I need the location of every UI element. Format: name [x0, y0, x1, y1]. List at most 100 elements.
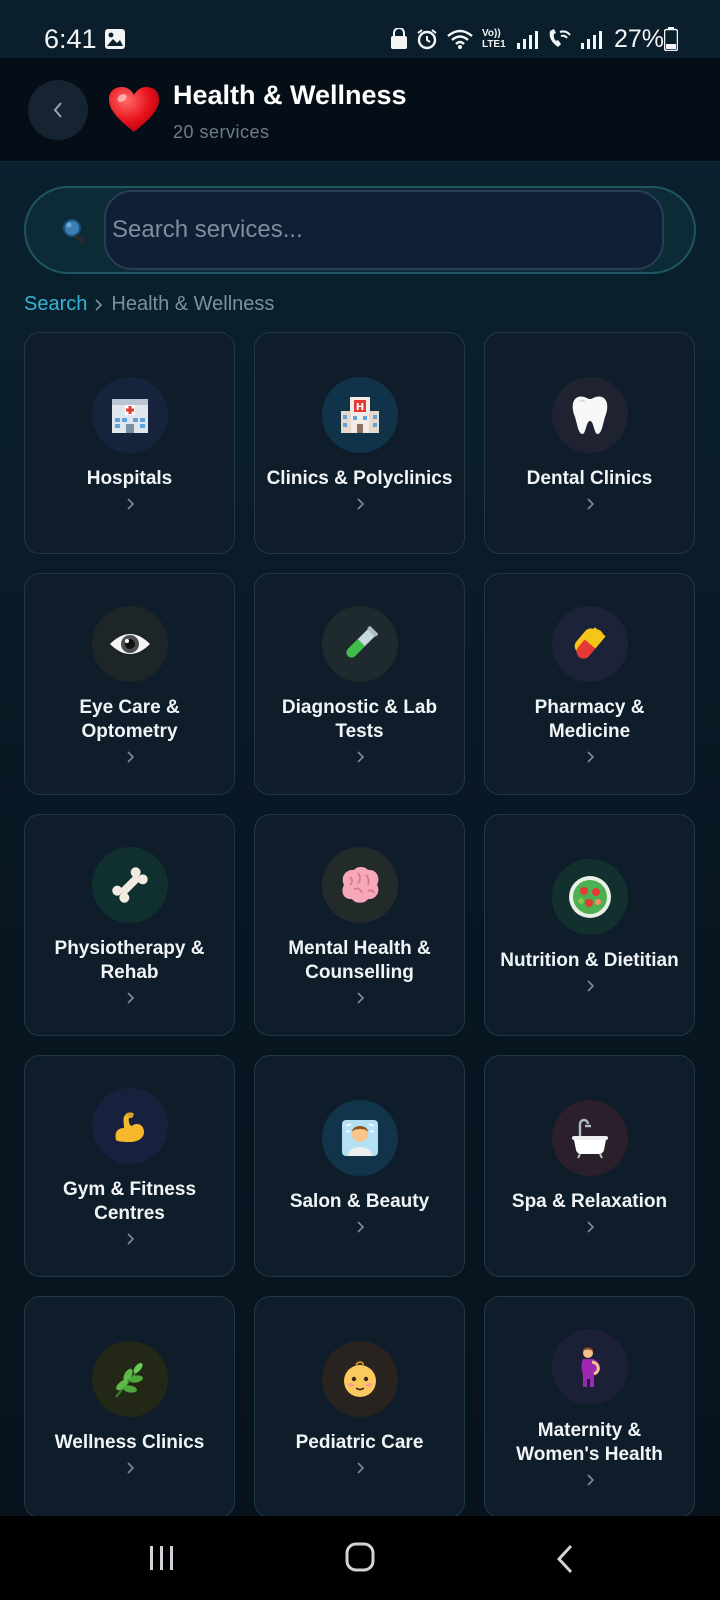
service-card-salon[interactable]: Salon & Beauty — [254, 1055, 465, 1277]
service-label: Hospitals — [86, 468, 173, 489]
service-label: Eye Care & Optometry — [79, 697, 180, 742]
herb-icon — [114, 1363, 143, 1398]
app-header: Health & Wellness 20 services — [0, 58, 720, 162]
battery-percent: 27% — [613, 24, 664, 53]
service-card-gym[interactable]: Gym & Fitness Centres — [24, 1055, 235, 1277]
service-card-physiotherapy[interactable]: Physiotherapy & Rehab — [24, 814, 235, 1036]
chevron-right-icon — [356, 1221, 364, 1233]
battery-icon — [664, 27, 678, 51]
search-icon — [63, 219, 84, 244]
alarm-icon — [417, 29, 437, 50]
breadcrumb: Search Health & Wellness — [24, 293, 274, 316]
icon-circle — [91, 1341, 168, 1417]
service-card-hospitals[interactable]: Hospitals — [24, 332, 235, 554]
brain-icon — [341, 867, 378, 903]
service-label: Mental Health & Counselling — [288, 938, 431, 983]
icon-circle — [551, 606, 628, 682]
signal-icon-2 — [580, 31, 602, 49]
chevron-right-icon — [126, 751, 134, 763]
service-label: Spa & Relaxation — [511, 1191, 668, 1212]
wifi-calling-icon — [549, 29, 571, 47]
search-input[interactable] — [104, 190, 664, 270]
eye-icon — [109, 634, 150, 654]
system-nav-bar — [0, 1516, 720, 1600]
icon-circle — [91, 377, 168, 453]
lock-icon — [390, 28, 407, 49]
service-label: Pediatric Care — [295, 1432, 424, 1453]
system-back-button[interactable] — [555, 1544, 575, 1574]
service-label: Maternity & Women's Health — [516, 1420, 663, 1465]
hospital-icon — [111, 399, 148, 433]
service-card-pediatric[interactable]: Pediatric Care — [254, 1296, 465, 1518]
heart-icon — [109, 87, 159, 132]
chevron-right-icon — [356, 992, 364, 1004]
service-count: 20 services — [173, 122, 270, 142]
icon-circle — [551, 1329, 628, 1405]
service-card-wellness[interactable]: Wellness Clinics — [24, 1296, 235, 1518]
icon-circle — [321, 1100, 398, 1176]
bone-icon — [111, 867, 148, 903]
chevron-right-icon — [586, 498, 594, 510]
service-label: Physiotherapy & Rehab — [54, 938, 205, 983]
wifi-icon — [447, 29, 473, 49]
network-label: Vo)) LTE1 — [481, 28, 506, 50]
service-label: Diagnostic & Lab Tests — [281, 697, 438, 742]
service-label: Salon & Beauty — [289, 1191, 430, 1212]
service-label: Dental Clinics — [526, 468, 653, 489]
icon-circle — [551, 377, 628, 453]
service-label: Wellness Clinics — [54, 1432, 205, 1453]
pill-icon — [574, 627, 606, 659]
page-title: Health & Wellness — [173, 80, 407, 110]
service-label: Pharmacy & Medicine — [534, 697, 645, 742]
breadcrumb-current: Health & Wellness — [111, 293, 275, 315]
chevron-left-icon — [53, 102, 62, 118]
service-card-eye-care[interactable]: Eye Care & Optometry — [24, 573, 235, 795]
icon-circle — [91, 606, 168, 682]
home-button[interactable] — [345, 1542, 375, 1572]
icon-circle — [91, 1088, 168, 1164]
service-card-dental[interactable]: Dental Clinics — [484, 332, 695, 554]
service-card-mental-health[interactable]: Mental Health & Counselling — [254, 814, 465, 1036]
test-tube-icon — [346, 626, 378, 658]
clinic-icon: H — [340, 397, 379, 433]
chevron-right-icon — [586, 751, 594, 763]
chevron-right-icon — [126, 498, 134, 510]
chevron-right-icon — [126, 1233, 134, 1245]
service-card-spa[interactable]: Spa & Relaxation — [484, 1055, 695, 1277]
icon-circle — [551, 859, 628, 935]
status-icons: Vo)) LTE1 27% — [390, 24, 664, 54]
bathtub-icon — [571, 1118, 608, 1159]
chevron-right-icon — [356, 498, 364, 510]
icon-circle — [321, 847, 398, 923]
gallery-icon — [105, 29, 125, 49]
back-button[interactable] — [28, 80, 88, 140]
baby-icon — [343, 1361, 376, 1397]
service-card-nutrition[interactable]: Nutrition & Dietitian — [484, 814, 695, 1036]
service-label: Clinics & Polyclinics — [266, 468, 453, 489]
chevron-right-icon — [356, 751, 364, 763]
service-card-clinics[interactable]: H Clinics & Polyclinics — [254, 332, 465, 554]
icon-circle — [551, 1100, 628, 1176]
service-grid: Hospitals H Clinics & Polyclinics Dental… — [24, 332, 696, 1518]
chevron-right-icon — [126, 992, 134, 1004]
recent-apps-button[interactable] — [148, 1544, 176, 1572]
icon-circle — [321, 606, 398, 682]
tooth-icon — [572, 396, 607, 435]
person-getting-haircut-icon — [341, 1120, 378, 1156]
icon-circle: H — [321, 377, 398, 453]
service-card-pharmacy[interactable]: Pharmacy & Medicine — [484, 573, 695, 795]
service-card-maternity[interactable]: Maternity & Women's Health — [484, 1296, 695, 1518]
chevron-right-icon — [95, 298, 103, 311]
status-time: 6:41 — [44, 24, 97, 54]
chevron-right-icon — [356, 1462, 364, 1474]
chevron-right-icon — [586, 1221, 594, 1233]
svg-text:H: H — [355, 402, 363, 413]
salad-icon — [568, 876, 611, 918]
breadcrumb-search-link[interactable]: Search — [24, 293, 87, 316]
icon-circle — [321, 1341, 398, 1417]
chevron-right-icon — [126, 1462, 134, 1474]
search-bar — [24, 186, 696, 274]
icon-circle — [91, 847, 168, 923]
flexed-biceps-icon — [114, 1112, 144, 1142]
service-card-diagnostic[interactable]: Diagnostic & Lab Tests — [254, 573, 465, 795]
